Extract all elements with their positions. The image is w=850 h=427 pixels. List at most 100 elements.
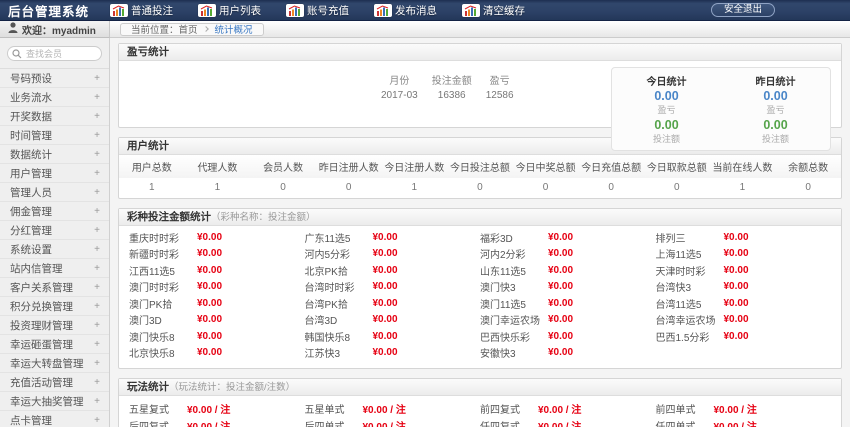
sidebar-menu-item[interactable]: 用户管理 + xyxy=(0,164,109,183)
lottery-panel-subtitle: （彩种名称：投注金额） xyxy=(211,212,316,223)
breadcrumb-home-link[interactable]: 首页 xyxy=(179,22,198,36)
sidebar-menu-item[interactable]: 数据统计 + xyxy=(0,145,109,164)
sidebar-menu-item-label: 数据统计 xyxy=(10,147,52,162)
user-stats-value-cell: 0 xyxy=(578,178,644,198)
bar-chart-icon xyxy=(462,4,480,17)
expand-plus-icon: + xyxy=(94,320,100,331)
lottery-name: 巴西1.5分彩 xyxy=(656,329,724,344)
expand-plus-icon: + xyxy=(94,244,100,255)
sidebar-menu-item[interactable]: 管理人员 + xyxy=(0,183,109,202)
lottery-bet-amount: ¥0.00 xyxy=(373,232,398,243)
top-nav-item[interactable]: 账号充值 xyxy=(286,3,349,18)
lottery-name: 安徽快3 xyxy=(480,345,548,360)
playtype-stat-cell: 五星单式 ¥0.00 / 注 xyxy=(305,400,481,417)
playtype-bet-amount: ¥0.00 / 注 xyxy=(714,401,757,416)
sidebar-menu-item[interactable]: 佣金管理 + xyxy=(0,202,109,221)
expand-plus-icon: + xyxy=(94,225,100,236)
sidebar-menu-item[interactable]: 号码预设 + xyxy=(0,69,109,88)
breadcrumb-current[interactable]: 统计概况 xyxy=(215,22,253,36)
sidebar-menu-item[interactable]: 幸运大转盘管理 + xyxy=(0,354,109,373)
user-stats-header-cell: 会员人数 xyxy=(250,155,316,178)
sub-bar: 欢迎：myadmin 当前位置： 首页 统计概况 xyxy=(0,21,850,38)
lottery-stats-panel: 彩种投注金额统计（彩种名称：投注金额） 重庆时时彩 ¥0.00 广东11选5 ¥… xyxy=(118,208,842,369)
lottery-bet-amount: ¥0.00 xyxy=(197,314,222,325)
sidebar-menu-item[interactable]: 站内信管理 + xyxy=(0,259,109,278)
lottery-bet-amount: ¥0.00 xyxy=(197,281,222,292)
lottery-bet-amount: ¥0.00 xyxy=(724,265,749,276)
expand-plus-icon: + xyxy=(94,377,100,388)
welcome-text: 欢迎：myadmin xyxy=(22,22,96,37)
user-stats-value-cell: 0 xyxy=(644,178,710,198)
user-icon xyxy=(8,22,18,36)
playtype-name: 任四复式 xyxy=(480,418,538,427)
stat-title: 昨日统计 xyxy=(756,73,796,88)
monthly-profit-table: 月份 投注金额 盈亏 2017-03 16386 12586 xyxy=(374,71,521,103)
sidebar-menu-item-label: 幸运大抽奖管理 xyxy=(10,394,84,409)
top-nav-item[interactable]: 用户列表 xyxy=(198,3,261,18)
playtype-bet-amount: ¥0.00 / 注 xyxy=(363,418,406,427)
top-nav-item[interactable]: 发布消息 xyxy=(374,3,437,18)
bar-chart-icon xyxy=(286,4,304,17)
daily-stats-box: 今日统计 0.00 盈亏 0.00 投注额 昨日统计 0.00 盈亏 xyxy=(611,67,831,151)
lottery-stat-cell: 河内2分彩 ¥0.00 xyxy=(480,246,656,263)
lottery-stat-cell: 上海11选5 ¥0.00 xyxy=(656,246,832,263)
sidebar-menu-item[interactable]: 分红管理 + xyxy=(0,221,109,240)
playtype-bet-amount: ¥0.00 / 注 xyxy=(538,401,581,416)
lottery-bet-amount: ¥0.00 xyxy=(373,314,398,325)
sidebar-menu-item[interactable]: 点卡管理 + xyxy=(0,411,109,427)
sidebar-menu-item[interactable]: 系统设置 + xyxy=(0,240,109,259)
sidebar-menu-item[interactable]: 时间管理 + xyxy=(0,126,109,145)
lottery-stat-cell: 澳门幸运农场 ¥0.00 xyxy=(480,312,656,329)
stat-bet-value: 0.00 xyxy=(756,118,796,132)
user-stats-header-cell: 今日注册人数 xyxy=(382,155,448,178)
playtype-bet-amount: ¥0.00 / 注 xyxy=(187,401,230,416)
expand-plus-icon: + xyxy=(94,415,100,426)
sidebar-menu-item[interactable]: 幸运大抽奖管理 + xyxy=(0,392,109,411)
sidebar-menu-item[interactable]: 业务流水 + xyxy=(0,88,109,107)
stat-title: 今日统计 xyxy=(647,73,687,88)
playtype-name: 五星单式 xyxy=(305,401,363,416)
lottery-stat-cell: 排列三 ¥0.00 xyxy=(656,229,832,246)
logout-button[interactable]: 安全退出 xyxy=(711,3,775,17)
sidebar-menu-item[interactable]: 充值活动管理 + xyxy=(0,373,109,392)
sidebar-menu-item-label: 客户关系管理 xyxy=(10,280,73,295)
lottery-bet-amount: ¥0.00 xyxy=(548,248,573,259)
sidebar-menu-item-label: 幸运大转盘管理 xyxy=(10,356,84,371)
top-nav-item[interactable]: 普通投注 xyxy=(110,3,173,18)
expand-plus-icon: + xyxy=(94,73,100,84)
lottery-name: 澳门3D xyxy=(129,312,197,327)
top-nav-item-label: 普通投注 xyxy=(131,3,173,18)
lottery-stat-cell: 福彩3D ¥0.00 xyxy=(480,229,656,246)
lottery-bet-amount: ¥0.00 xyxy=(197,298,222,309)
lottery-stat-cell: 澳门快乐8 ¥0.00 xyxy=(129,328,305,345)
playtype-bet-amount: ¥0.00 / 注 xyxy=(714,418,757,427)
playtype-stat-cell: 任四单式 ¥0.00 / 注 xyxy=(656,417,832,427)
user-stats-value-cell: 0 xyxy=(316,178,382,198)
playtype-panel-subtitle: （玩法统计：投注金额/注数） xyxy=(169,382,295,393)
table-row: 2017-03 16386 12586 xyxy=(374,88,521,103)
sidebar-menu-item[interactable]: 客户关系管理 + xyxy=(0,278,109,297)
sidebar-menu-item[interactable]: 幸运砸蛋管理 + xyxy=(0,335,109,354)
profit-panel-header: 盈亏统计 xyxy=(119,44,841,61)
breadcrumb-prefix: 当前位置： xyxy=(131,22,179,36)
playtype-name: 任四单式 xyxy=(656,418,714,427)
user-stats-value-cell: 0 xyxy=(250,178,316,198)
lottery-stat-cell: 澳门时时彩 ¥0.00 xyxy=(129,279,305,296)
lottery-name: 北京快乐8 xyxy=(129,345,197,360)
lottery-name: 河内2分彩 xyxy=(480,246,548,261)
lottery-bet-amount: ¥0.00 xyxy=(724,232,749,243)
lottery-name: 澳门快3 xyxy=(480,279,548,294)
lottery-name: 河内5分彩 xyxy=(305,246,373,261)
playtype-panel-title: 玩法统计 xyxy=(127,381,169,393)
lottery-bet-amount: ¥0.00 xyxy=(724,248,749,259)
sidebar-menu-item[interactable]: 积分兑换管理 + xyxy=(0,297,109,316)
profit-panel-title: 盈亏统计 xyxy=(127,46,169,58)
profit-panel-body: 月份 投注金额 盈亏 2017-03 16386 12586 xyxy=(119,61,841,127)
lottery-panel-title: 彩种投注金额统计 xyxy=(127,211,211,223)
top-nav-item[interactable]: 清空缓存 xyxy=(462,3,525,18)
sidebar-menu-item[interactable]: 开奖数据 + xyxy=(0,107,109,126)
user-panel-title: 用户统计 xyxy=(127,140,169,152)
top-nav-item-label: 发布消息 xyxy=(395,3,437,18)
sidebar-menu-item[interactable]: 投资理财管理 + xyxy=(0,316,109,335)
sidebar-menu-item-label: 管理人员 xyxy=(10,185,52,200)
